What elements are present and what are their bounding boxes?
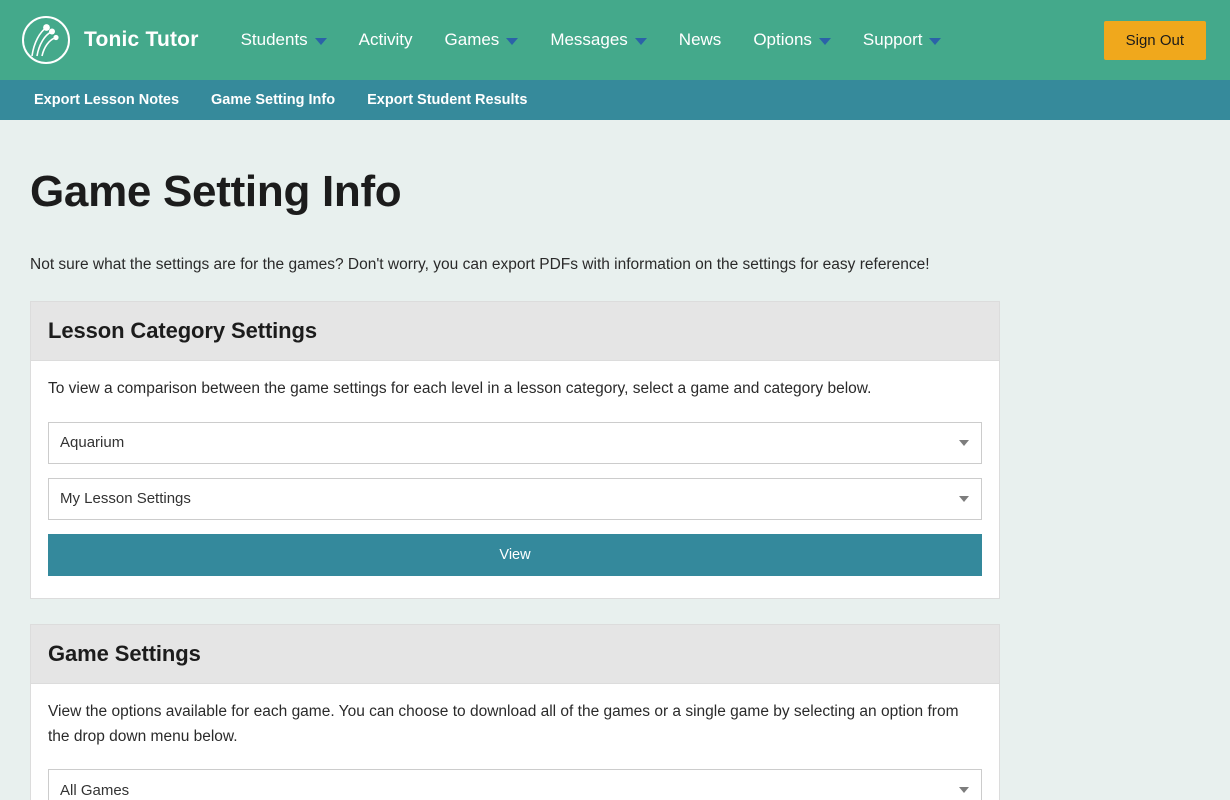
panel-description: To view a comparison between the game se… [48,377,982,402]
lesson-category-settings-panel: Lesson Category Settings To view a compa… [30,301,1000,599]
nav-item-games[interactable]: Games [429,22,535,58]
chevron-down-icon [506,38,518,45]
chevron-down-icon [929,38,941,45]
nav-item-options[interactable]: Options [737,22,847,58]
nav-item-label: Options [753,30,812,50]
game-settings-panel: Game Settings View the options available… [30,624,1000,800]
view-button[interactable]: View [48,534,982,576]
chevron-down-icon [819,38,831,45]
nav-item-news[interactable]: News [663,22,738,58]
secondary-navigation-bar: Export Lesson Notes Game Setting Info Ex… [0,80,1230,120]
nav-item-support[interactable]: Support [847,22,958,58]
chevron-down-icon [959,496,969,502]
panel-header: Lesson Category Settings [31,302,999,361]
game-select[interactable]: Aquarium [48,422,982,464]
chevron-down-icon [959,787,969,793]
panel-title: Lesson Category Settings [48,318,982,344]
lesson-category-select-value: My Lesson Settings [60,490,191,507]
subnav-item-export-student-results[interactable]: Export Student Results [351,92,543,108]
chevron-down-icon [315,38,327,45]
nav-item-label: News [679,30,722,50]
tonic-tutor-logo-icon [22,16,70,64]
game-select-value: Aquarium [60,434,124,451]
subnav-item-export-lesson-notes[interactable]: Export Lesson Notes [18,92,195,108]
nav-item-students[interactable]: Students [225,22,343,58]
page-content: Game Setting Info Not sure what the sett… [0,168,1230,800]
nav-item-label: Support [863,30,923,50]
nav-item-messages[interactable]: Messages [534,22,662,58]
lesson-category-select[interactable]: My Lesson Settings [48,478,982,520]
sign-out-container: Sign Out [1104,21,1206,60]
primary-nav: Students Activity Games Messages News Op… [225,22,958,58]
panel-body: View the options available for each game… [31,684,999,800]
page-title: Game Setting Info [30,168,1200,216]
chevron-down-icon [959,440,969,446]
subnav-item-game-setting-info[interactable]: Game Setting Info [195,92,351,108]
nav-item-label: Activity [359,30,413,50]
panel-body: To view a comparison between the game se… [31,361,999,598]
sign-out-button[interactable]: Sign Out [1104,21,1206,60]
panel-header: Game Settings [31,625,999,684]
nav-item-label: Messages [550,30,627,50]
page-intro-text: Not sure what the settings are for the g… [30,254,1200,276]
brand-name: Tonic Tutor [84,28,199,52]
nav-item-label: Games [445,30,500,50]
all-games-select[interactable]: All Games [48,769,982,800]
chevron-down-icon [635,38,647,45]
nav-item-label: Students [241,30,308,50]
panel-title: Game Settings [48,641,982,667]
brand-logo-link[interactable]: Tonic Tutor [22,16,199,64]
nav-item-activity[interactable]: Activity [343,22,429,58]
panel-description: View the options available for each game… [48,700,982,750]
top-navigation-bar: Tonic Tutor Students Activity Games Mess… [0,0,1230,80]
all-games-select-value: All Games [60,782,129,799]
